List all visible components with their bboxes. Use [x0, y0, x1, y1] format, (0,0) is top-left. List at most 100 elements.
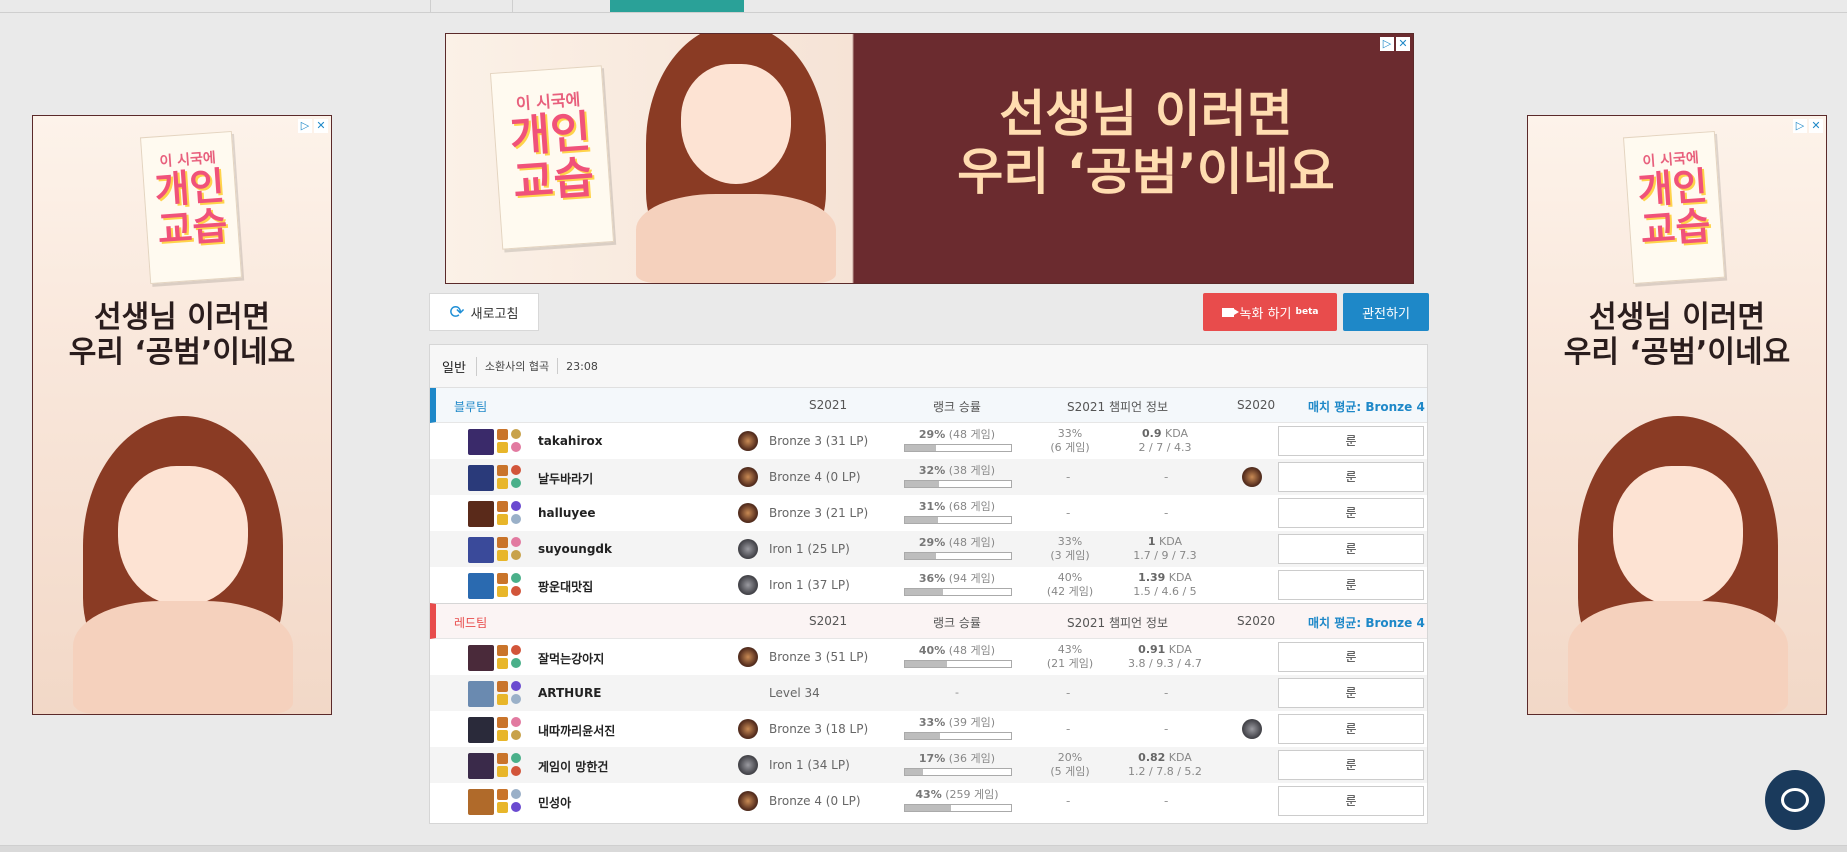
winrate-bar: [904, 516, 1012, 524]
champion-kda: 0.91 KDA 3.8 / 9.3 / 4.7: [1120, 643, 1210, 671]
summoner-spell-icon: [497, 645, 508, 656]
primary-rune-icon: [511, 429, 521, 439]
player-row: halluyee Bronze 3 (21 LP) 31% (68 게임) - - 룬: [430, 495, 1427, 531]
rune-button[interactable]: 룬: [1278, 498, 1424, 528]
ad-choices[interactable]: ▷ ✕: [298, 119, 328, 133]
ad-headline: 선생님 이러면 우리 ‘공범’이네요: [1528, 300, 1826, 370]
champion-portrait[interactable]: [468, 717, 494, 743]
player-row: takahirox Bronze 3 (31 LP) 29% (48 게임) 33%(…: [430, 423, 1427, 459]
player-row: 날두바라기 Bronze 4 (0 LP) 32% (38 게임) - - 룬: [430, 459, 1427, 495]
rune-button[interactable]: 룬: [1278, 678, 1424, 708]
chat-icon: [1781, 788, 1809, 812]
rune-button[interactable]: 룬: [1278, 786, 1424, 816]
top-banner-ad[interactable]: ▷ ✕ 이 시국에 개인 교습 선생님 이러면 우리 ‘공범’이네요: [445, 33, 1414, 284]
rank-winrate: 36% (94 게임): [903, 570, 1011, 586]
red-team-header: 레드팀 S2021 랭크 승률 S2021 챔피언 정보 S2020 매치 평균: Bro…: [430, 603, 1427, 639]
left-side-ad[interactable]: ▷ ✕ 이 시국에 개인 교습 선생님 이러면 우리 ‘공범’이네요: [32, 115, 332, 715]
champion-winrate: 43% (21 게임): [1035, 643, 1105, 671]
kda-value: 0.82: [1138, 751, 1166, 764]
primary-rune-icon: [511, 717, 521, 727]
rune-button[interactable]: 룬: [1278, 426, 1424, 456]
ad-info-icon[interactable]: ▷: [298, 119, 312, 133]
team-name: 블루팀: [454, 400, 488, 414]
champion-portrait[interactable]: [468, 645, 494, 671]
kda-value: 1.39: [1138, 571, 1166, 584]
rank-winrate: 17% (36 게임): [903, 750, 1011, 766]
ad-info-icon[interactable]: ▷: [1793, 119, 1807, 133]
summoner-name[interactable]: 잘먹는강아지: [538, 650, 604, 667]
rune-button[interactable]: 룬: [1278, 750, 1424, 780]
summoner-spell-icon: [497, 658, 508, 669]
summoner-name[interactable]: halluyee: [538, 506, 596, 520]
ad-notepad: 이 시국에 개인 교습: [489, 65, 615, 250]
winrate-bar-fill: [905, 517, 938, 523]
refresh-icon: ⟳: [449, 301, 465, 323]
summoner-name[interactable]: 민성아: [538, 794, 571, 811]
champion-portrait[interactable]: [468, 681, 494, 707]
summoner-name[interactable]: 게임이 망한건: [538, 758, 608, 775]
kda-detail: 3.8 / 9.3 / 4.7: [1128, 657, 1202, 670]
champion-portrait[interactable]: [468, 501, 494, 527]
summoner-name[interactable]: takahirox: [538, 434, 602, 448]
winrate-bar-fill: [905, 445, 936, 451]
kda-value: 0.9: [1141, 427, 1162, 440]
champion-portrait[interactable]: [468, 753, 494, 779]
secondary-rune-icon: [511, 766, 521, 776]
top-tab[interactable]: [512, 0, 595, 12]
ad-headline: 선생님 이러면 우리 ‘공범’이네요: [33, 300, 331, 370]
ad-close-icon[interactable]: ✕: [1809, 119, 1823, 133]
winrate-games: (48 게임): [948, 644, 996, 657]
champion-winrate: 33% (3 게임): [1035, 535, 1105, 563]
ad-headline: 선생님 이러면 우리 ‘공범’이네요: [906, 85, 1386, 201]
winrate-percent: 29%: [918, 428, 946, 441]
winrate-percent: 40%: [918, 644, 946, 657]
chat-launcher-button[interactable]: [1765, 770, 1825, 830]
ad-notepad-big2: 교습: [1639, 203, 1712, 253]
summoner-name[interactable]: suyoungdk: [538, 542, 612, 556]
ad-notepad: 이 시국에 개인 교습: [139, 130, 243, 285]
ad-info-icon[interactable]: ▷: [1380, 37, 1394, 51]
summoner-name[interactable]: ARTHURE: [538, 686, 601, 700]
champion-portrait[interactable]: [468, 789, 494, 815]
ad-choices[interactable]: ▷ ✕: [1793, 119, 1823, 133]
champion-portrait[interactable]: [468, 465, 494, 491]
ad-close-icon[interactable]: ✕: [314, 119, 328, 133]
col-rank-winrate: 랭크 승률: [933, 400, 981, 414]
ad-choices[interactable]: ▷ ✕: [1380, 37, 1410, 51]
record-button[interactable]: 녹화 하기 beta: [1203, 293, 1337, 331]
champion-winrate-percent: 43%: [1057, 643, 1083, 656]
summoner-name[interactable]: 내따까리윤서진: [538, 722, 615, 739]
top-tab-active[interactable]: [610, 0, 744, 12]
rune-button[interactable]: 룬: [1278, 534, 1424, 564]
rune-button[interactable]: 룬: [1278, 462, 1424, 492]
ad-close-icon[interactable]: ✕: [1396, 37, 1410, 51]
ad-headline-line2: 우리 ‘공범’이네요: [1563, 334, 1791, 370]
summoner-spell-icon: [497, 550, 508, 561]
tier-emblem-icon: [738, 431, 758, 451]
refresh-button[interactable]: ⟳ 새로고침: [429, 293, 539, 331]
rune-button[interactable]: 룬: [1278, 714, 1424, 744]
player-row: 팡운대맛집 Iron 1 (37 LP) 36% (94 게임) 40% (42 게임)…: [430, 567, 1427, 603]
player-row: 잘먹는강아지 Bronze 3 (51 LP) 40% (48 게임) 43% (21 …: [430, 639, 1427, 675]
winrate-bar: [904, 804, 1012, 812]
spectate-button[interactable]: 관전하기: [1343, 293, 1429, 331]
champion-winrate-percent: 33%: [1057, 535, 1083, 548]
champion-winrate-empty: -: [1066, 506, 1071, 520]
champion-portrait[interactable]: [468, 537, 494, 563]
summoner-name[interactable]: 팡운대맛집: [538, 578, 593, 595]
tier-emblem-icon: [738, 467, 758, 487]
top-tab[interactable]: [430, 0, 513, 12]
summoner-spell-icon: [497, 573, 508, 584]
summoner-name[interactable]: 날두바라기: [538, 470, 593, 487]
game-mode: 일반: [442, 356, 477, 376]
primary-rune-icon: [511, 573, 521, 583]
champion-kda: 1 KDA 1.7 / 9 / 7.3: [1120, 535, 1210, 563]
rune-button[interactable]: 룬: [1278, 642, 1424, 672]
map-name: 소환사의 협곡: [485, 358, 559, 374]
match-panel: 일반 소환사의 협곡 23:08 블루팀 S2021 랭크 승률 S2021 챔피언 …: [429, 344, 1428, 824]
champion-portrait[interactable]: [468, 573, 494, 599]
right-side-ad[interactable]: ▷ ✕ 이 시국에 개인 교습 선생님 이러면 우리 ‘공범’이네요: [1527, 115, 1827, 715]
rune-button[interactable]: 룬: [1278, 570, 1424, 600]
champion-portrait[interactable]: [468, 429, 494, 455]
ad-notepad-big2: 교습: [511, 152, 596, 209]
